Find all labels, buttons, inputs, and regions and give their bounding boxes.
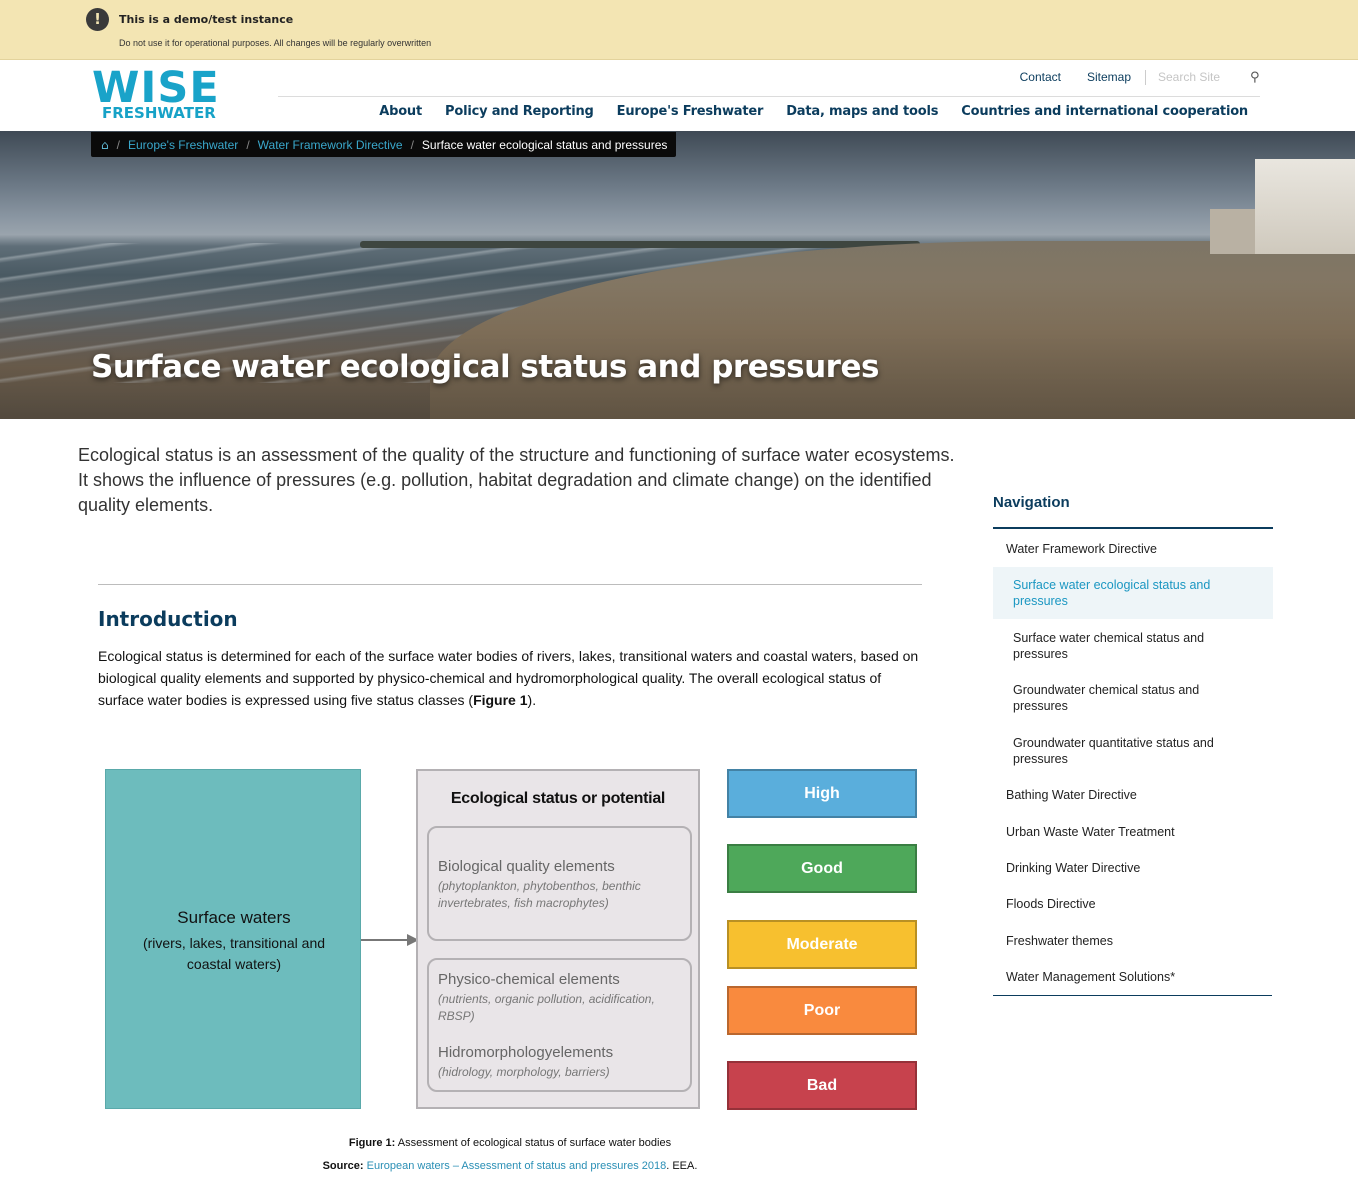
demo-banner-title: This is a demo/test instance	[119, 13, 294, 26]
surface-waters-subtitle: (rivers, lakes, transitional and coastal…	[142, 935, 326, 972]
section-divider	[98, 584, 922, 585]
search-box: ⚲	[1145, 69, 1260, 85]
header-divider	[278, 96, 1260, 97]
breadcrumb: ⌂ / Europe's Freshwater / Water Framewor…	[91, 132, 677, 157]
figure-surface-waters-box: Surface waters (rivers, lakes, transitio…	[105, 769, 361, 1109]
sidebar-bottom-rule	[993, 995, 1272, 996]
site-header: WISE FRESHWATER Contact Sitemap ⚲ About …	[0, 60, 1358, 131]
physico-chemical-subtitle: (nutrients, organic pollution, acidifica…	[438, 992, 655, 1023]
biological-elements-title: Biological quality elements	[438, 858, 615, 875]
demo-banner: ! This is a demo/test instance Do not us…	[0, 0, 1358, 60]
biological-elements-box: Biological quality elements (phytoplankt…	[427, 826, 692, 941]
sidebar-navigation-title: Navigation	[993, 494, 1070, 511]
contact-link[interactable]: Contact	[1020, 70, 1061, 84]
sidebar-top-rule	[993, 527, 1273, 529]
top-links: Contact Sitemap ⚲	[994, 68, 1260, 86]
exclamation-icon: !	[86, 8, 109, 31]
breadcrumb-water-framework-directive[interactable]: Water Framework Directive	[258, 138, 403, 152]
sidebar-item-groundwater-chemical[interactable]: Groundwater chemical status and pressure…	[1013, 682, 1253, 714]
sidebar-item-water-framework-directive[interactable]: Water Framework Directive	[1006, 541, 1268, 557]
sidebar-item-bathing-water[interactable]: Bathing Water Directive	[1006, 787, 1268, 803]
hydromorphology-title: Hidromorphologyelements	[438, 1044, 614, 1061]
breadcrumb-current: Surface water ecological status and pres…	[421, 137, 668, 152]
page-title: Surface water ecological status and pres…	[91, 349, 879, 385]
status-moderate: Moderate	[727, 920, 917, 969]
source-link[interactable]: European waters – Assessment of status a…	[367, 1160, 667, 1172]
wise-freshwater-logo[interactable]: WISE FRESHWATER	[92, 65, 222, 122]
logo-freshwater-text: FRESHWATER	[102, 104, 216, 122]
biological-elements-subtitle: (phytoplankton, phytobenthos, benthic in…	[438, 879, 641, 910]
lead-paragraph: Ecological status is an assessment of th…	[78, 445, 955, 515]
physico-chemical-title: Physico-chemical elements	[438, 971, 620, 988]
figure-ecological-status-box: Ecological status or potential Biologica…	[416, 769, 700, 1109]
nav-policy-and-reporting[interactable]: Policy and Reporting	[445, 104, 594, 119]
figure-reference: Figure 1	[473, 692, 528, 708]
main-nav: About Policy and Reporting Europe's Fres…	[356, 104, 1248, 119]
sitemap-link[interactable]: Sitemap	[1087, 70, 1131, 84]
sidebar-item-floods-directive[interactable]: Floods Directive	[1006, 896, 1268, 912]
figure-caption: Figure 1: Assessment of ecological statu…	[348, 1137, 672, 1149]
sidebar-item-urban-waste-water[interactable]: Urban Waste Water Treatment	[1006, 824, 1268, 840]
nav-countries-cooperation[interactable]: Countries and international cooperation	[961, 104, 1248, 119]
sidebar-item-drinking-water[interactable]: Drinking Water Directive	[1006, 860, 1268, 876]
physico-hydro-elements-box: Physico-chemical elements (nutrients, or…	[427, 958, 692, 1092]
hydromorphology-subtitle: (hidrology, morphology, barriers)	[438, 1065, 610, 1079]
hero-banner: ⌂ / Europe's Freshwater / Water Framewor…	[0, 131, 1355, 419]
arrow-right-icon	[361, 934, 419, 946]
introduction-text: Ecological status is determined for each…	[98, 648, 919, 708]
surface-waters-title: Surface waters	[177, 908, 291, 927]
search-icon[interactable]: ⚲	[1250, 70, 1260, 85]
breadcrumb-europes-freshwater[interactable]: Europe's Freshwater	[128, 138, 238, 152]
nav-europes-freshwater[interactable]: Europe's Freshwater	[617, 104, 764, 119]
status-high: High	[727, 769, 917, 818]
status-good: Good	[727, 844, 917, 893]
hero-building	[1255, 159, 1355, 254]
search-input[interactable]	[1158, 70, 1246, 84]
status-poor: Poor	[727, 986, 917, 1035]
sidebar-item-surface-ecological[interactable]: Surface water ecological status and pres…	[1013, 577, 1253, 609]
demo-banner-subtitle: Do not use it for operational purposes. …	[119, 38, 432, 48]
sidebar-item-surface-chemical[interactable]: Surface water chemical status and pressu…	[1013, 630, 1253, 662]
nav-about[interactable]: About	[379, 104, 422, 119]
status-bad: Bad	[727, 1061, 917, 1110]
nav-data-maps-tools[interactable]: Data, maps and tools	[786, 104, 938, 119]
hero-jetty	[360, 241, 920, 248]
introduction-heading: Introduction	[98, 607, 238, 631]
sidebar-item-freshwater-themes[interactable]: Freshwater themes	[1006, 933, 1268, 949]
sidebar-item-water-management-solutions[interactable]: Water Management Solutions*	[1006, 969, 1268, 985]
figure-source: Source: European waters – Assessment of …	[322, 1160, 698, 1172]
sidebar-item-groundwater-quantitative[interactable]: Groundwater quantitative status and pres…	[1013, 735, 1253, 767]
ecological-status-title: Ecological status or potential	[450, 790, 666, 807]
home-icon[interactable]: ⌂	[101, 138, 109, 152]
